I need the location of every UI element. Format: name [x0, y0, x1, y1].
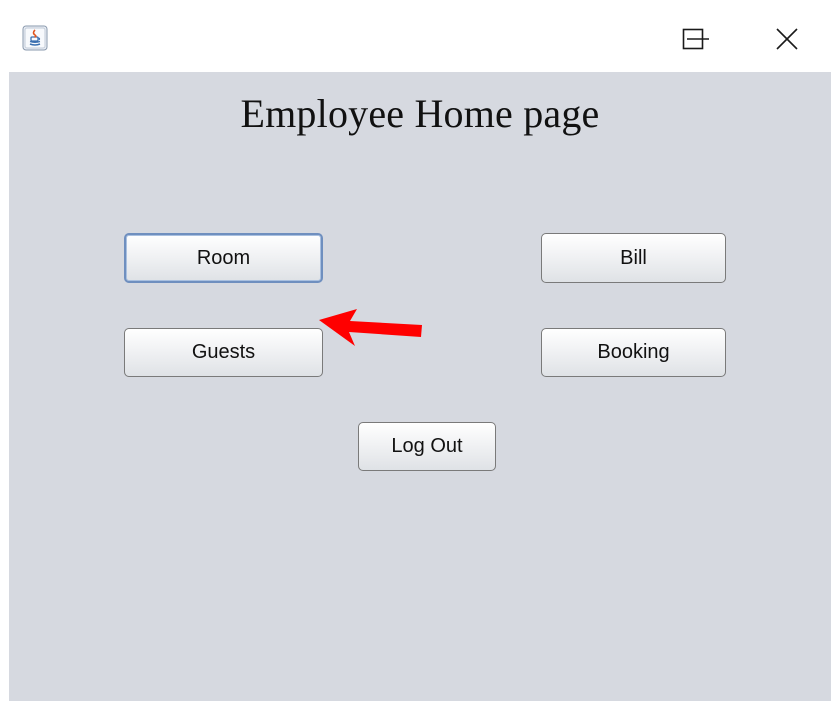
booking-button[interactable]: Booking [541, 328, 726, 377]
maximize-icon[interactable] [682, 28, 704, 50]
log-out-button[interactable]: Log Out [358, 422, 496, 471]
java-app-icon[interactable] [22, 25, 48, 51]
content-panel: Employee Home page Room Bill Guests Book… [9, 72, 831, 701]
red-arrow-icon [317, 308, 429, 348]
application-window: Employee Home page Room Bill Guests Book… [0, 0, 831, 701]
bill-button[interactable]: Bill [541, 233, 726, 283]
page-title: Employee Home page [240, 91, 600, 136]
close-icon[interactable] [776, 28, 798, 50]
guests-button[interactable]: Guests [124, 328, 323, 377]
room-button[interactable]: Room [124, 233, 323, 283]
window-titlebar[interactable] [0, 0, 831, 72]
